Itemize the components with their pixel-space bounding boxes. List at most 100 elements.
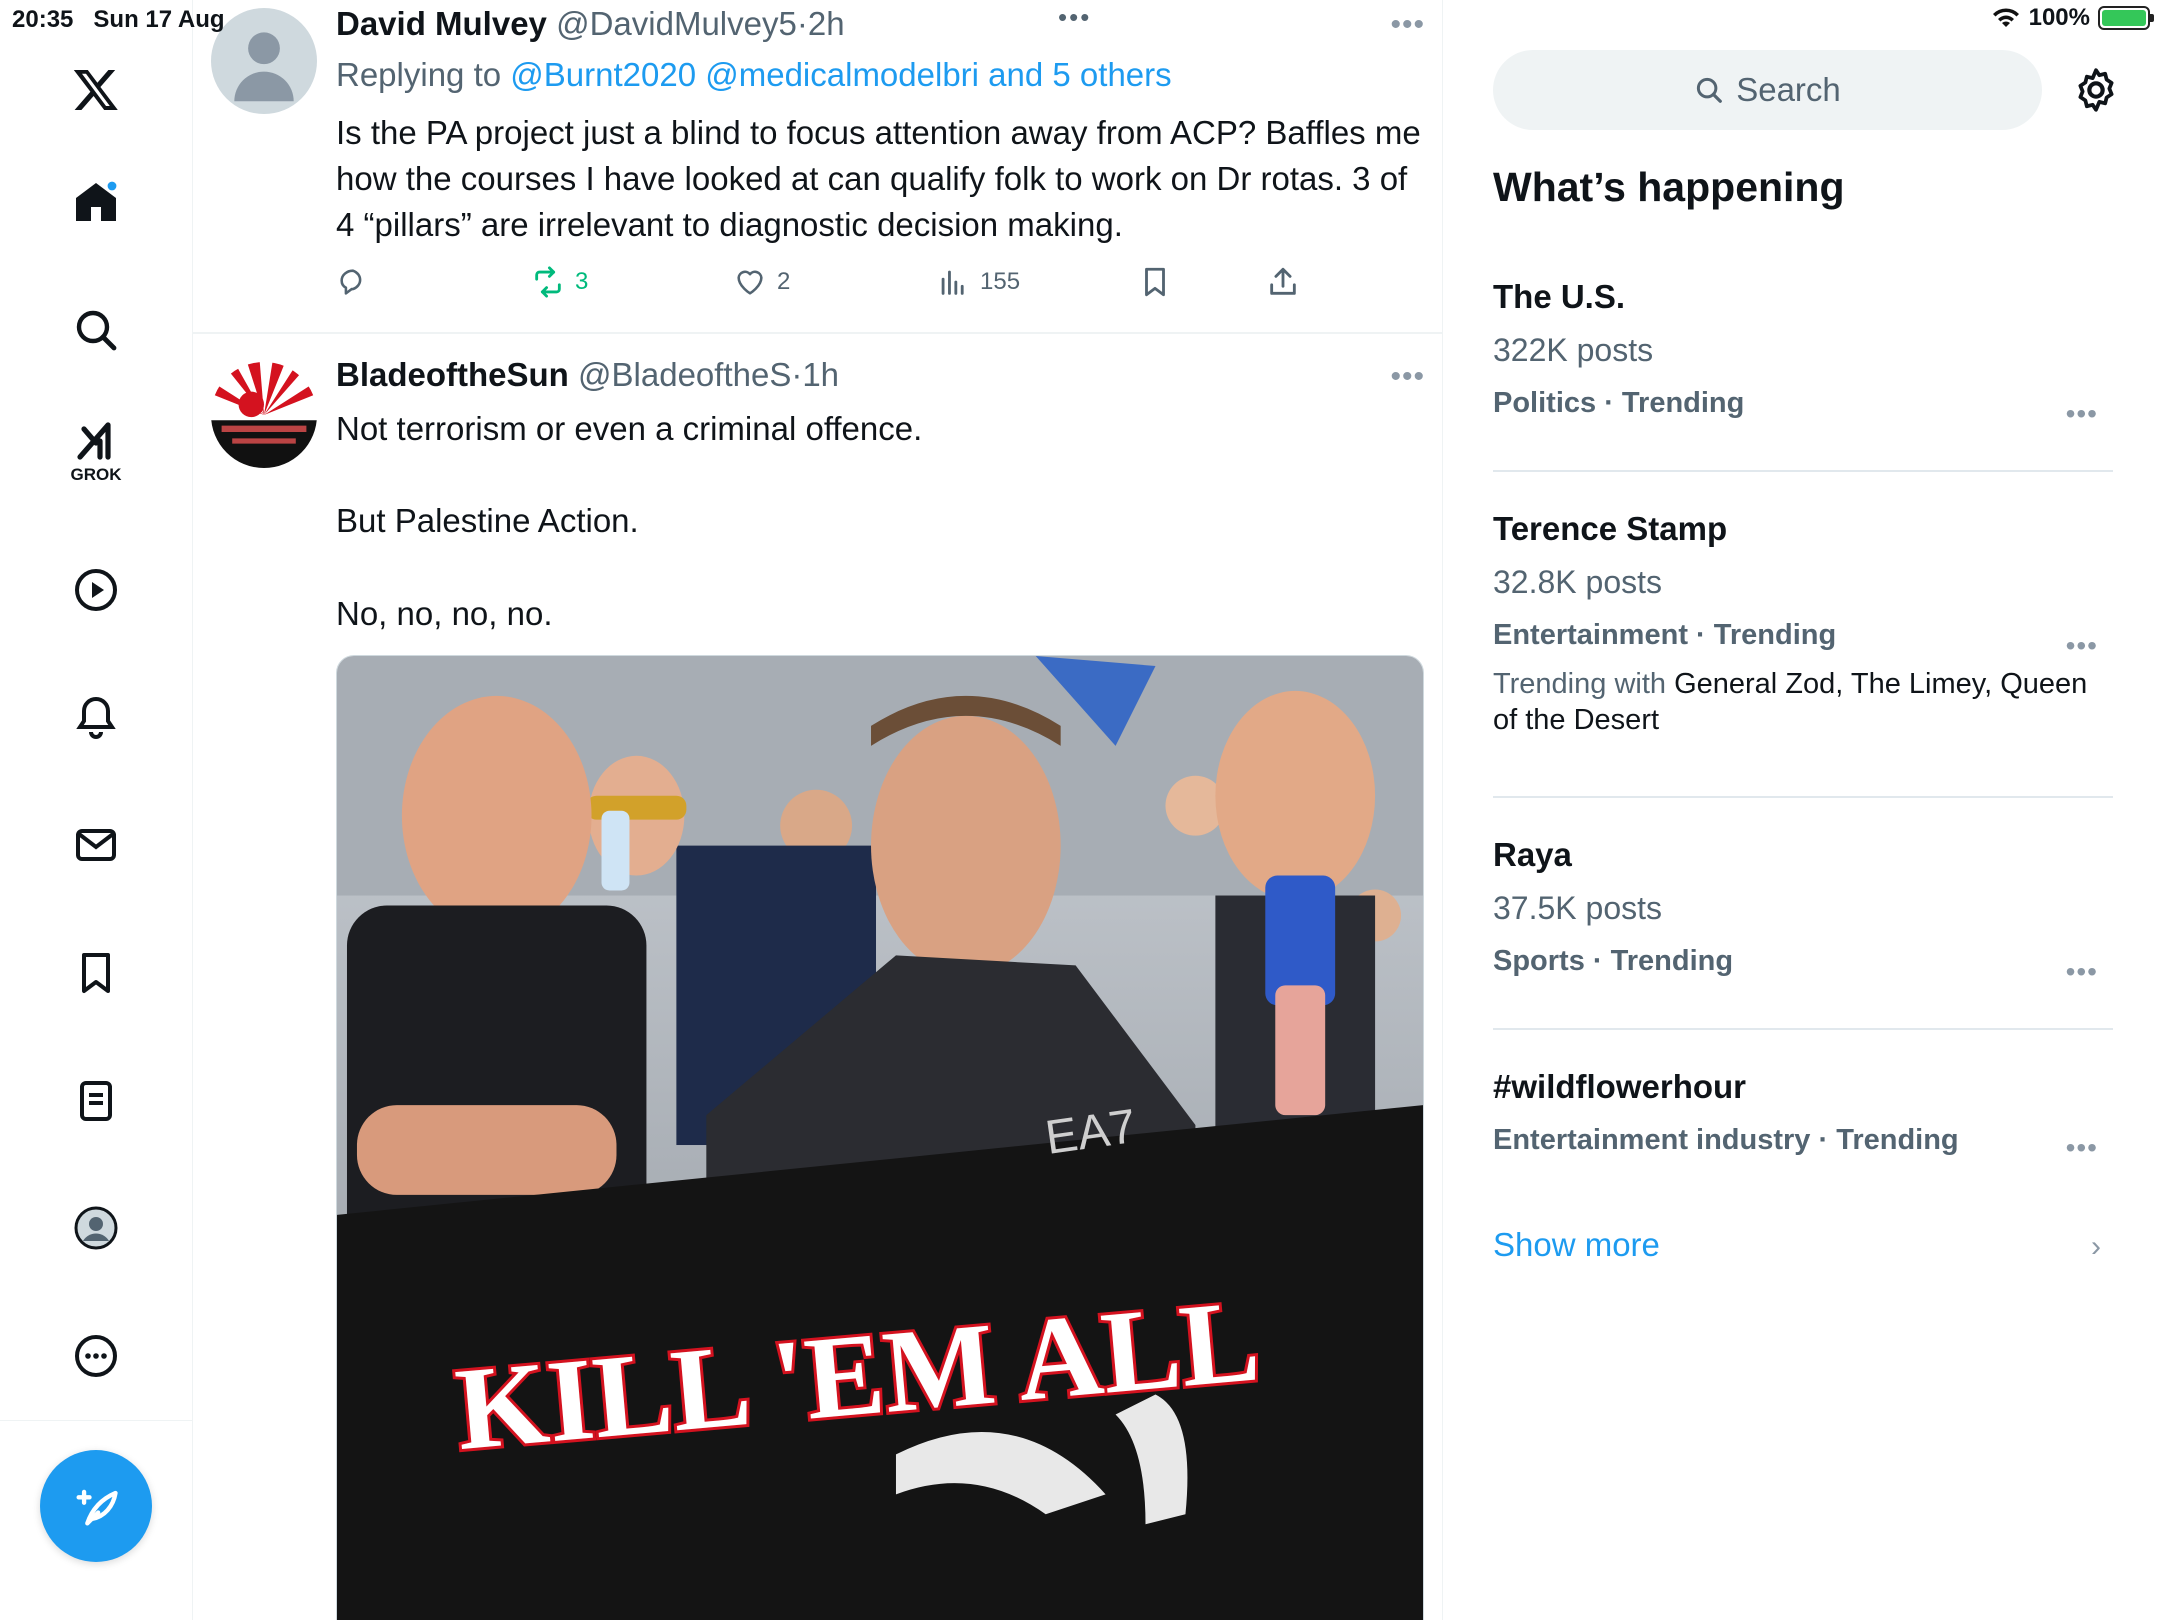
messages-mail-icon[interactable] [51, 800, 141, 890]
retweet-icon [535, 266, 561, 298]
tweet-more-icon[interactable]: ••• [1390, 360, 1425, 394]
trending-with-prefix: Trending with [1493, 668, 1667, 700]
grok-label: GROK [70, 465, 122, 484]
like-count: 2 [777, 268, 791, 295]
battery-percent: 100% [2028, 4, 2090, 31]
bookmark-button[interactable] [1138, 265, 1172, 299]
x-logo-svg [73, 70, 118, 110]
lists-icon[interactable] [51, 1056, 141, 1146]
trend-more-icon[interactable]: ••• [2066, 956, 2098, 988]
grok-icon-svg [77, 422, 111, 460]
trending-with: Trending with General Zod, The Limey, Qu… [1493, 666, 2113, 738]
settings-gear-icon[interactable] [2071, 65, 2121, 115]
video-icon[interactable] [51, 545, 141, 635]
trend-separator [1493, 1028, 2113, 1030]
views-button[interactable]: 155 [936, 265, 1020, 299]
tweet-1[interactable]: David Mulvey @DavidMulvey5·2h ••• Replyi… [193, 0, 1442, 333]
bell-icon-svg [76, 696, 116, 739]
dot-separator: · [791, 356, 803, 393]
mail-icon-svg [76, 829, 116, 861]
more-icon-svg [75, 1335, 117, 1377]
trend-separator [1493, 796, 2113, 798]
nav-divider [0, 1420, 193, 1421]
rising-sun-avatar-icon [211, 362, 317, 468]
share-button[interactable] [1266, 265, 1300, 299]
tweet-header: BladeoftheSun @BladeoftheS·1h [336, 356, 839, 394]
trend-item-terence-stamp[interactable]: Terence Stamp 32.8K posts Entertainment … [1493, 510, 2113, 738]
status-date: Sun 17 Aug [93, 6, 225, 33]
search-bar[interactable]: Search [1493, 50, 2042, 130]
tweet-photo[interactable]: KILL 'EM ALL EA7 [336, 655, 1424, 1620]
grok-icon[interactable]: GROK [51, 405, 141, 495]
tweet-time[interactable]: 1h [802, 356, 839, 393]
multitasking-dots-icon[interactable]: ••• [1058, 2, 1091, 33]
protest-photo-illustration: KILL 'EM ALL EA7 [337, 656, 1423, 1620]
tweet-actions: 3 2 155 [336, 265, 1336, 305]
trend-item-us[interactable]: The U.S. 322K posts Politics · Trending … [1493, 278, 2113, 429]
timeline-feed: David Mulvey @DavidMulvey5·2h ••• Replyi… [193, 0, 1443, 1620]
battery-icon [2098, 6, 2154, 30]
chevron-right-icon[interactable]: › [2091, 1230, 2101, 1264]
bookmark-icon-svg [82, 953, 110, 993]
trend-item-wildflowerhour[interactable]: #wildflowerhour Entertainment industry ·… [1493, 1068, 2113, 1163]
retweet-button[interactable]: 3 [531, 265, 588, 299]
replying-to-link[interactable]: @Burnt2020 @medicalmodelbri and 5 others [510, 56, 1171, 93]
trend-category: Entertainment · Trending [1493, 619, 1837, 651]
trend-posts: 37.5K posts [1493, 890, 1662, 926]
trend-name: #wildflowerhour [1493, 1068, 1747, 1105]
more-options-icon[interactable] [51, 1311, 141, 1401]
trend-category: Entertainment industry · Trending [1493, 1124, 1959, 1156]
status-right: 100% [1991, 4, 2154, 32]
tweet-2[interactable]: BladeoftheSun @BladeoftheS·1h ••• Not te… [193, 334, 1442, 1620]
author-name[interactable]: BladeoftheSun [336, 356, 569, 393]
reply-button[interactable] [336, 265, 370, 299]
trend-more-icon[interactable]: ••• [2066, 398, 2098, 430]
trend-separator [1493, 470, 2113, 472]
author-handle[interactable]: @BladeoftheS [578, 356, 791, 393]
trend-more-icon[interactable]: ••• [2066, 630, 2098, 662]
bookmark-icon [1145, 267, 1165, 297]
trend-posts: 32.8K posts [1493, 564, 1662, 600]
tweet-text-line-2: But Palestine Action. [336, 502, 639, 539]
tweet-text: Is the PA project just a blind to focus … [336, 114, 1421, 243]
heart-icon [737, 270, 763, 295]
home-icon-svg [76, 181, 117, 221]
status-bar: 20:35 Sun 17 Aug ••• 100% [0, 0, 2160, 40]
like-button[interactable]: 2 [733, 265, 790, 299]
home-icon[interactable] [51, 157, 141, 247]
search-placeholder: Search [1736, 71, 1841, 108]
replying-to: Replying to @Burnt2020 @medicalmodelbri … [336, 56, 1172, 94]
profile-avatar-icon[interactable] [51, 1183, 141, 1273]
trend-more-icon[interactable]: ••• [2066, 1132, 2098, 1164]
view-count: 155 [980, 268, 1021, 295]
trend-name: The U.S. [1493, 278, 1626, 315]
profile-icon-svg [74, 1206, 118, 1250]
trend-name: Raya [1493, 836, 1572, 873]
wifi-icon [1992, 8, 2019, 27]
bookmarks-icon[interactable] [51, 928, 141, 1018]
whats-happening-title: What’s happening [1493, 164, 1845, 210]
status-time: 20:35 [12, 6, 74, 33]
trend-category: Politics · Trending [1493, 387, 1745, 419]
trend-category: Sports · Trending [1493, 945, 1734, 977]
trend-item-raya[interactable]: Raya 37.5K posts Sports · Trending ••• [1493, 836, 2113, 987]
show-more-link[interactable]: Show more [1493, 1226, 1660, 1264]
video-icon-svg [75, 569, 117, 611]
search-icon-svg [76, 310, 117, 351]
x-logo-icon[interactable] [51, 44, 141, 134]
status-time-date: 20:35 Sun 17 Aug [12, 6, 225, 34]
compose-post-button[interactable] [40, 1450, 152, 1562]
gear-svg [2078, 68, 2114, 112]
avatar-rising-sun[interactable] [211, 362, 317, 468]
search-icon[interactable] [51, 285, 141, 375]
search-icon [1697, 77, 1723, 103]
tweet-text-line-1: Not terrorism or even a criminal offence… [336, 410, 923, 447]
tweet-text-line-3: No, no, no, no. [336, 595, 553, 632]
trend-posts: 322K posts [1493, 332, 1654, 368]
retweet-count: 3 [575, 268, 589, 295]
trend-name: Terence Stamp [1493, 510, 1728, 547]
reply-icon [340, 269, 362, 295]
feather-plus-icon [76, 1489, 118, 1526]
notifications-bell-icon[interactable] [51, 672, 141, 762]
share-icon [1270, 267, 1296, 295]
